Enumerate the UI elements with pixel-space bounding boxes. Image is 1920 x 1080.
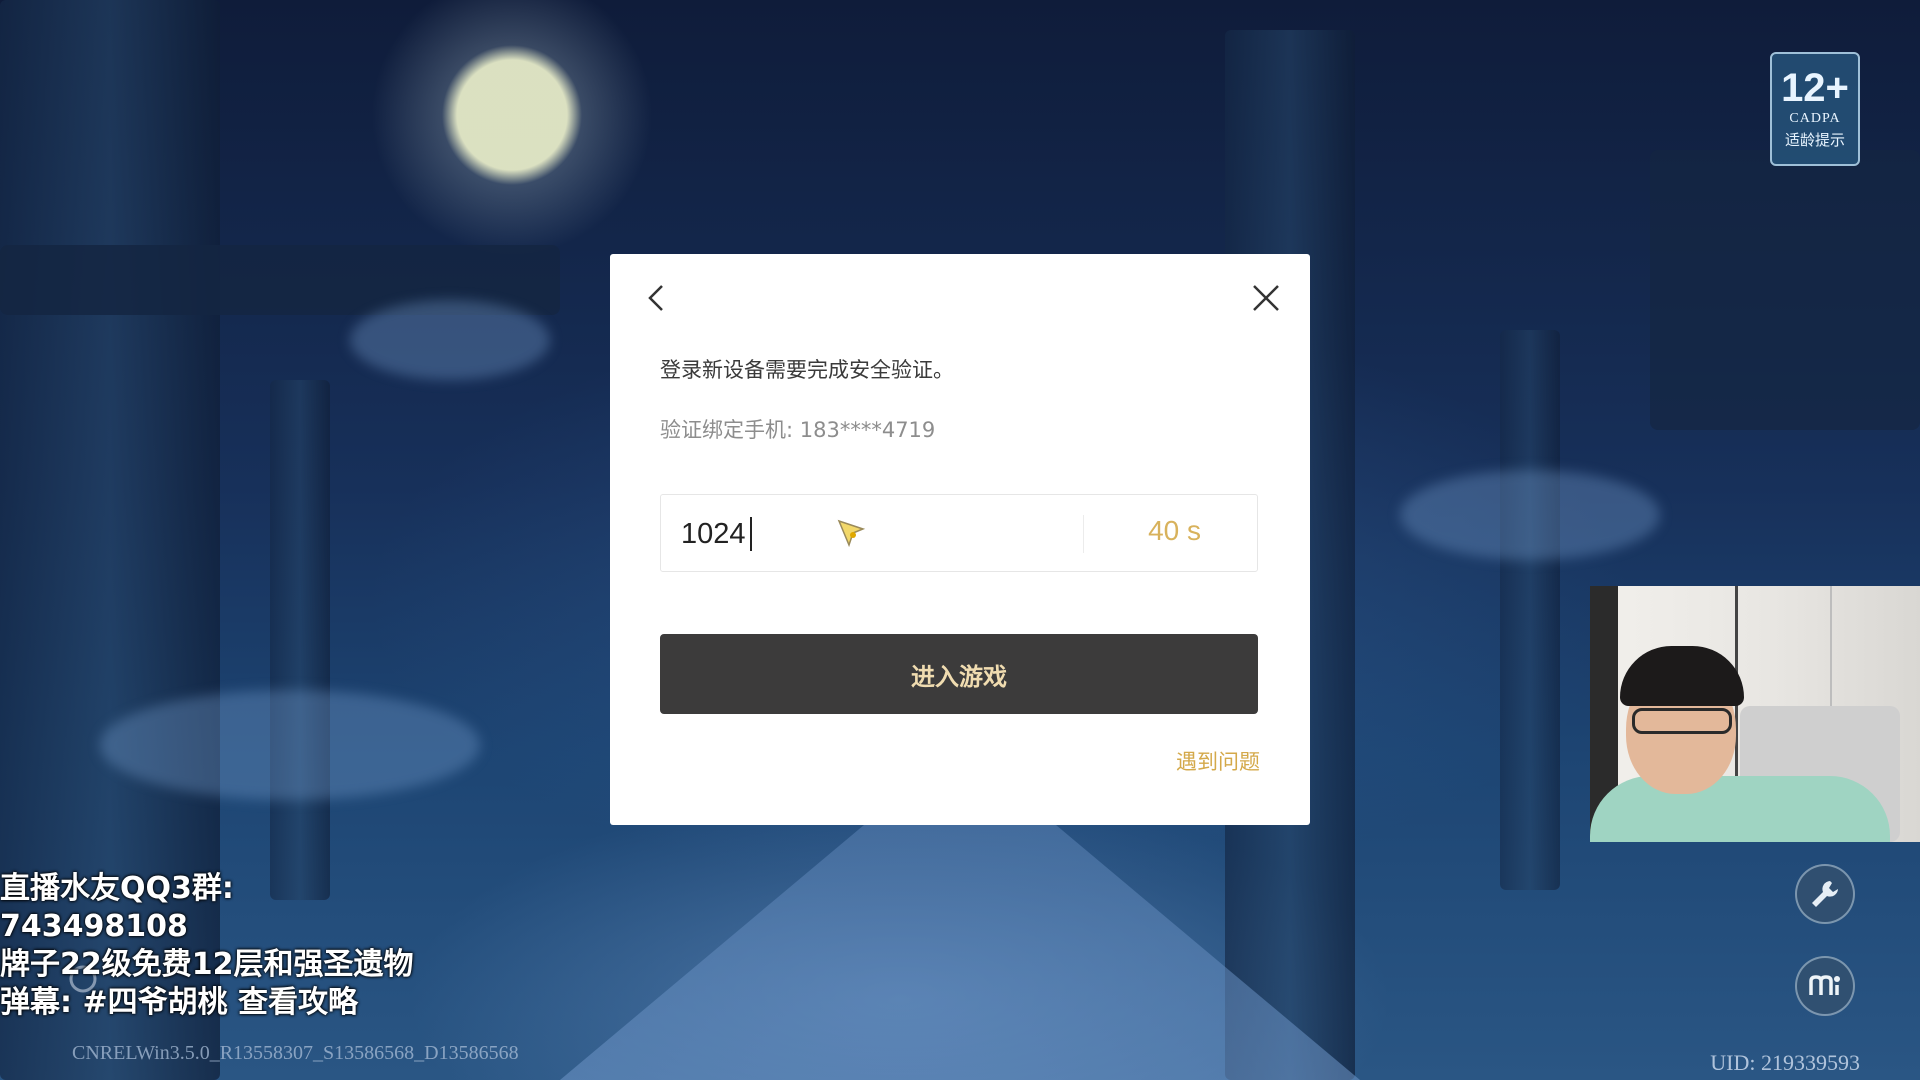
bound-phone-label: 验证绑定手机: 183****4719 [660, 418, 936, 442]
uid-label: UID: 219339593 [1710, 1050, 1860, 1075]
stream-overlay-text: 直播水友QQ3群: 743498108 牌子22级免费12层和强圣遗物 弹幕: … [0, 870, 414, 1022]
background-ruin [1650, 150, 1920, 430]
back-arrow-icon[interactable] [640, 280, 676, 316]
background-cloud [100, 690, 480, 800]
overlay-line-qq-number: 743498108 [0, 909, 188, 944]
close-icon[interactable] [1248, 280, 1284, 316]
age-rating-org: CADPA [1789, 111, 1841, 126]
background-cloud [350, 300, 550, 380]
overlay-line-danmaku: 弹幕: #四爷胡桃 查看攻略 [0, 985, 359, 1020]
text-caret [750, 517, 752, 551]
overlay-line-offer: 牌子22级免费12层和强圣遗物 [0, 947, 414, 982]
mi-logo-icon[interactable] [1795, 956, 1855, 1016]
resend-countdown: 40 s [1148, 515, 1201, 546]
mouse-cursor-icon [837, 519, 867, 549]
overlay-line-qq-group: 直播水友QQ3群: [0, 871, 234, 906]
security-verification-dialog: 登录新设备需要完成安全验证。 验证绑定手机: 183****4719 40 s … [610, 254, 1310, 825]
verification-code-field[interactable]: 40 s [660, 494, 1258, 572]
age-rating-number: 12+ [1781, 66, 1849, 110]
background-cloud [1400, 470, 1660, 560]
age-rating-tip: 适龄提示 [1784, 131, 1845, 149]
background-pillar [1500, 330, 1560, 890]
version-string: CNRELWin3.5.0_R13558307_S13586568_D13586… [72, 1042, 519, 1064]
help-link[interactable]: 遇到问题 [1176, 746, 1260, 776]
wrench-icon[interactable] [1795, 864, 1855, 924]
background-pillar [270, 380, 330, 900]
age-rating-badge: 12+ CADPA 适龄提示 [1770, 52, 1860, 166]
verification-message: 登录新设备需要完成安全验证。 [660, 358, 954, 382]
verification-code-input[interactable] [679, 513, 833, 555]
enter-game-button[interactable]: 进入游戏 [660, 634, 1258, 714]
streamer-webcam [1590, 586, 1920, 842]
field-divider [1083, 515, 1084, 553]
